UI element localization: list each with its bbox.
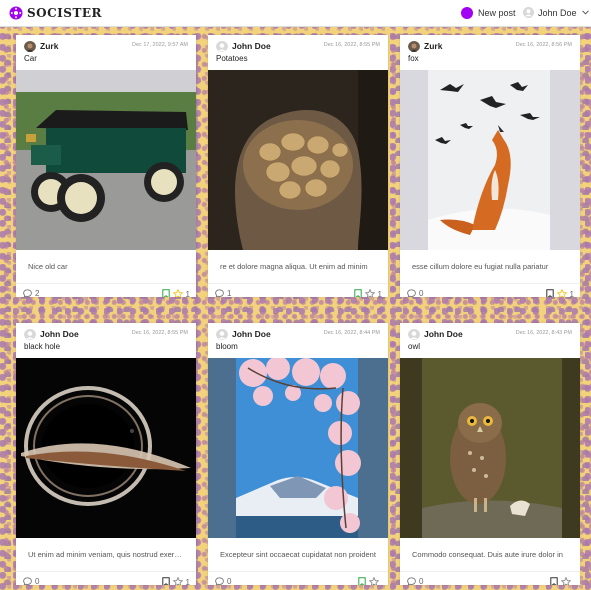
post-footer: 2 1 xyxy=(16,283,196,297)
post-card[interactable]: Zurk Dec 16, 2022, 8:56 PM fox esse cill… xyxy=(400,35,580,297)
post-image-fox[interactable] xyxy=(400,70,580,250)
post-title: Potatoes xyxy=(216,54,248,63)
post-card[interactable]: Zurk Dec 17, 2022, 9:57 AM Car Nice old … xyxy=(16,35,196,297)
comment-count: 2 xyxy=(35,289,40,297)
comment-button[interactable]: 2 xyxy=(23,289,39,297)
comment-button[interactable]: 0 xyxy=(407,577,423,585)
new-post-icon xyxy=(461,7,473,19)
post-date: Dec 17, 2022, 9:57 AM xyxy=(132,42,188,48)
post-header: Zurk Dec 17, 2022, 9:57 AM xyxy=(24,40,188,54)
comment-icon xyxy=(215,289,224,297)
author-avatar[interactable] xyxy=(24,328,36,340)
post-image-potatoes[interactable] xyxy=(208,70,388,250)
comment-button[interactable]: 0 xyxy=(215,577,231,585)
comment-icon xyxy=(215,577,224,585)
star-icon[interactable] xyxy=(172,577,183,585)
user-avatar-icon xyxy=(523,7,534,18)
bookmark-icon[interactable] xyxy=(161,289,170,297)
post-date: Dec 16, 2022, 8:55 PM xyxy=(131,330,188,336)
comment-button[interactable]: 0 xyxy=(23,577,39,585)
author-avatar[interactable] xyxy=(216,328,228,340)
comment-button[interactable]: 1 xyxy=(215,289,231,297)
post-card[interactable]: John Doe Dec 16, 2022, 8:55 PM black hol… xyxy=(16,323,196,585)
star-count: 1 xyxy=(185,289,190,298)
bookmark-icon[interactable] xyxy=(353,289,362,297)
post-title: bloom xyxy=(216,342,238,351)
post-footer: 1 1 xyxy=(208,283,388,297)
post-date: Dec 16, 2022, 8:55 PM xyxy=(323,42,380,48)
star-icon[interactable] xyxy=(364,289,375,297)
post-text: re et dolore magna aliqua. Ut enim ad mi… xyxy=(220,262,368,271)
post-image-owl[interactable] xyxy=(400,358,580,538)
comment-count: 0 xyxy=(419,577,424,585)
post-author[interactable]: John Doe xyxy=(232,329,271,339)
star-icon[interactable] xyxy=(561,577,571,585)
post-header: Zurk Dec 16, 2022, 8:56 PM xyxy=(408,40,572,54)
post-card[interactable]: John Doe Dec 16, 2022, 8:44 PM bloom Exc… xyxy=(208,323,388,585)
new-post-label: New post xyxy=(478,8,516,18)
comment-icon xyxy=(407,577,416,585)
logo-flower-icon xyxy=(9,6,23,20)
star-icon[interactable] xyxy=(369,577,379,585)
post-author[interactable]: John Doe xyxy=(424,329,463,339)
post-date: Dec 16, 2022, 8:43 PM xyxy=(515,330,572,336)
logo-text: SOCISTER xyxy=(27,6,102,20)
comment-count: 0 xyxy=(419,289,424,297)
post-header: John Doe Dec 16, 2022, 8:44 PM xyxy=(216,328,380,342)
bookmark-icon[interactable] xyxy=(545,289,554,297)
comment-icon xyxy=(23,289,32,297)
post-title: Car xyxy=(24,54,37,63)
post-footer: 0 1 xyxy=(400,283,580,297)
post-footer: 0 1 xyxy=(16,571,196,585)
comment-button[interactable]: 0 xyxy=(407,289,423,297)
post-card[interactable]: John Doe Dec 16, 2022, 8:55 PM Potatoes … xyxy=(208,35,388,297)
comment-count: 1 xyxy=(227,289,232,297)
chevron-down-icon xyxy=(581,10,589,15)
author-avatar[interactable] xyxy=(408,328,420,340)
post-text: Nice old car xyxy=(28,262,68,271)
user-menu[interactable]: John Doe xyxy=(523,7,589,18)
post-text: esse cillum dolore eu fugiat nulla paria… xyxy=(412,262,549,271)
post-title: fox xyxy=(408,54,419,63)
user-name: John Doe xyxy=(538,7,577,18)
post-image-bloom[interactable] xyxy=(208,358,388,538)
comment-icon xyxy=(407,289,416,297)
author-avatar[interactable] xyxy=(24,40,36,52)
post-author[interactable]: Zurk xyxy=(40,41,58,51)
post-image-black-hole[interactable] xyxy=(16,358,196,538)
post-text: Commodo consequat. Duis aute irure dolor… xyxy=(412,550,563,559)
logo[interactable]: SOCISTER xyxy=(9,6,102,20)
bookmark-icon[interactable] xyxy=(358,577,366,585)
star-count: 1 xyxy=(185,577,190,586)
post-date: Dec 16, 2022, 8:56 PM xyxy=(515,42,572,48)
post-header: John Doe Dec 16, 2022, 8:55 PM xyxy=(216,40,380,54)
post-card[interactable]: John Doe Dec 16, 2022, 8:43 PM owl Commo… xyxy=(400,323,580,585)
new-post-button[interactable]: New post xyxy=(461,7,516,19)
bookmark-icon[interactable] xyxy=(161,577,170,585)
post-header: John Doe Dec 16, 2022, 8:55 PM xyxy=(24,328,188,342)
post-footer: 0 xyxy=(208,571,388,585)
post-title: owl xyxy=(408,342,421,351)
post-header: John Doe Dec 16, 2022, 8:43 PM xyxy=(408,328,572,342)
star-count: 1 xyxy=(569,289,574,298)
post-text: Excepteur sint occaecat cupidatat non pr… xyxy=(220,550,376,559)
post-title: black hole xyxy=(24,342,61,351)
post-date: Dec 16, 2022, 8:44 PM xyxy=(323,330,380,336)
post-footer: 0 xyxy=(400,571,580,585)
post-author[interactable]: Zurk xyxy=(424,41,442,51)
comment-count: 0 xyxy=(227,577,232,585)
comment-icon xyxy=(23,577,32,585)
star-icon[interactable] xyxy=(172,289,183,297)
top-bar: SOCISTER New post John Doe xyxy=(0,0,591,27)
author-avatar[interactable] xyxy=(408,40,420,52)
bookmark-icon[interactable] xyxy=(550,577,558,585)
post-author[interactable]: John Doe xyxy=(40,329,79,339)
comment-count: 0 xyxy=(35,577,40,585)
post-image-car[interactable] xyxy=(16,70,196,250)
post-text: Ut enim ad minim veniam, quis nostrud ex… xyxy=(28,550,184,559)
star-icon[interactable] xyxy=(556,289,567,297)
author-avatar[interactable] xyxy=(216,40,228,52)
post-author[interactable]: John Doe xyxy=(232,41,271,51)
star-count: 1 xyxy=(377,289,382,298)
